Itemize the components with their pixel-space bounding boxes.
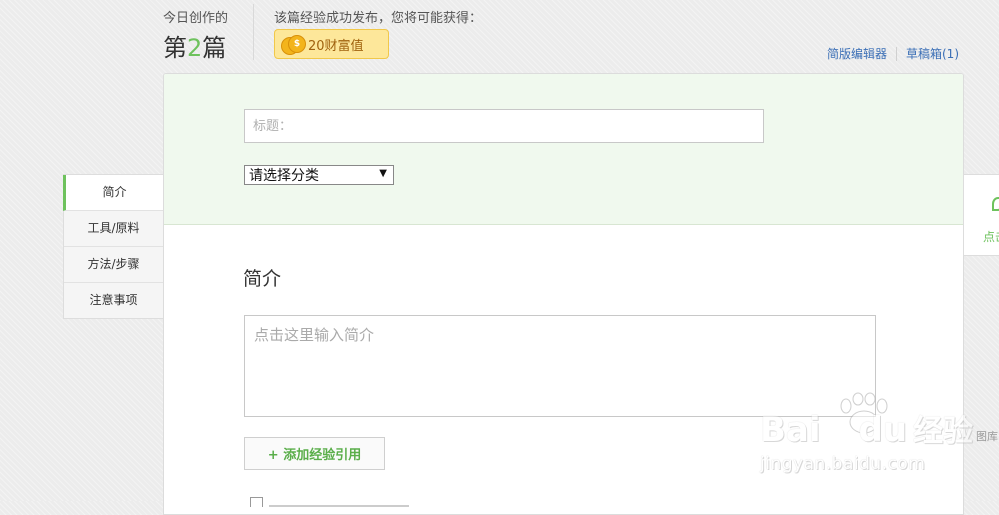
today-number: 2 <box>187 34 203 62</box>
right-panel-label: 点击 <box>983 230 999 244</box>
checkbox[interactable] <box>250 497 263 507</box>
category-selected-value: 请选择分类 <box>249 168 319 184</box>
reward-badge-text: 20财富值 <box>308 38 364 54</box>
leaf-icon <box>992 197 999 211</box>
right-side-panel[interactable]: 点击 <box>963 174 999 256</box>
section-nav: 简介 工具/原料 方法/步骤 注意事项 <box>63 174 163 319</box>
intro-textarea[interactable]: 点击这里输入简介 <box>244 315 876 417</box>
today-created-label: 今日创作的 <box>163 11 229 26</box>
today-count: 第2篇 <box>163 28 226 63</box>
reward-badge: $ 20财富值 <box>274 29 389 59</box>
dropdown-arrow-icon: ▼ <box>379 168 387 179</box>
title-section: 请选择分类 ▼ <box>164 74 963 225</box>
gallery-label: 图库 <box>976 430 998 443</box>
header-divider <box>253 4 254 60</box>
category-select[interactable]: 请选择分类 ▼ <box>244 165 394 185</box>
header-links: 简版编辑器 草稿箱(1) <box>827 45 959 62</box>
nav-item-tools[interactable]: 工具/原料 <box>64 211 163 247</box>
nav-item-notes[interactable]: 注意事项 <box>64 283 163 318</box>
coin-icon: $ <box>281 34 306 55</box>
drafts-link[interactable]: 草稿箱(1) <box>906 45 959 62</box>
add-reference-button[interactable]: + 添加经验引用 <box>244 437 385 470</box>
editor-panel: 请选择分类 ▼ 简介 点击这里输入简介 + 添加经验引用 <box>163 73 964 515</box>
nav-item-steps[interactable]: 方法/步骤 <box>64 247 163 283</box>
reward-label: 该篇经验成功发布，您将可能获得： <box>274 11 483 26</box>
cut-off-checkbox-row <box>250 497 415 507</box>
drafts-label: 草稿箱 <box>905 47 942 61</box>
today-prefix: 第 <box>163 34 187 62</box>
drafts-count: (1) <box>942 47 959 61</box>
today-suffix: 篇 <box>202 34 227 62</box>
intro-heading: 简介 <box>243 268 282 290</box>
obscured-text <box>269 505 409 507</box>
title-input[interactable] <box>244 109 764 143</box>
nav-item-intro[interactable]: 简介 <box>63 175 163 211</box>
link-separator <box>895 46 897 61</box>
simple-editor-link[interactable]: 简版编辑器 <box>827 45 887 62</box>
